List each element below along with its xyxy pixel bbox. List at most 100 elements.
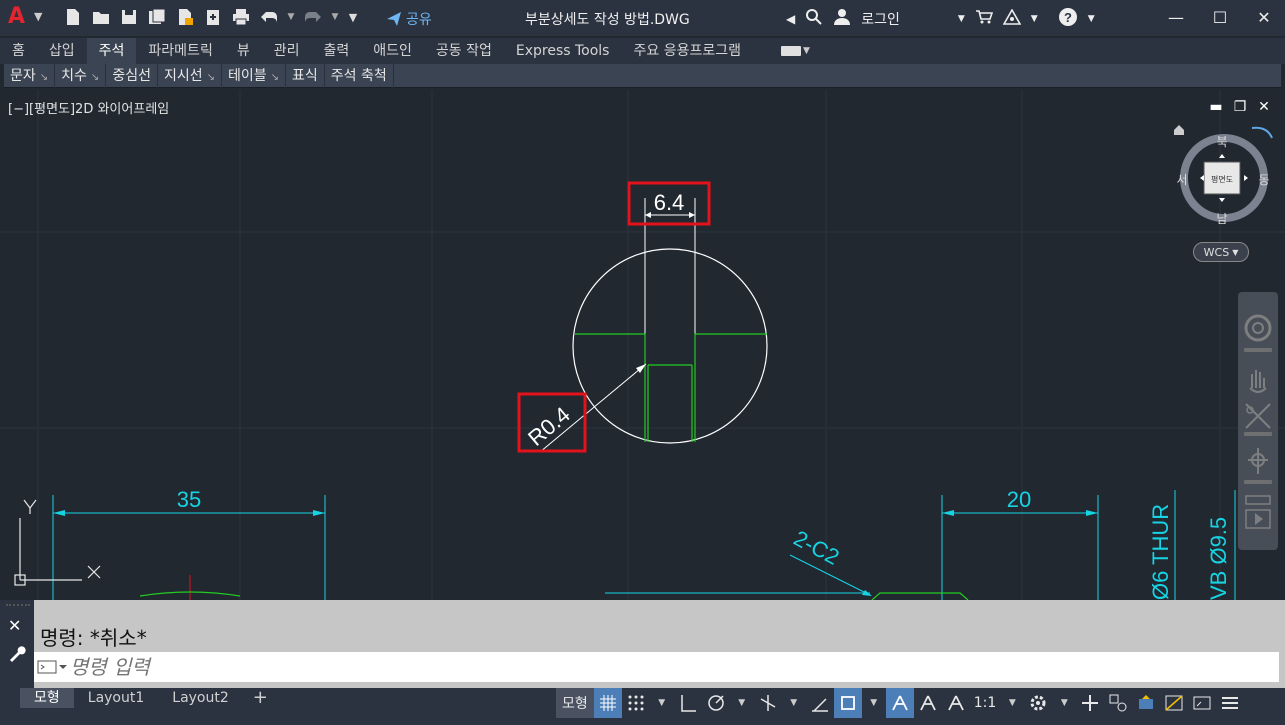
ribbon-panel[interactable]: 주석 축척 [325, 63, 394, 88]
isodraft-icon[interactable] [754, 688, 782, 718]
workspace-dropdown-icon[interactable]: ▼ [1052, 688, 1076, 718]
collapse-arrow-icon[interactable]: ◀ [786, 12, 795, 26]
compass-west: 서 [1176, 173, 1187, 187]
clean-screen-icon[interactable] [1160, 688, 1188, 718]
polar-dropdown-icon[interactable]: ▼ [730, 688, 754, 718]
workspace-gear-icon[interactable] [1024, 688, 1052, 718]
help-dropdown-icon[interactable]: ▼ [1088, 14, 1095, 24]
model-space-button[interactable]: 모형 [556, 688, 594, 718]
app-dropdown-icon[interactable]: ▼ [1031, 14, 1038, 24]
redo-icon[interactable] [302, 6, 324, 28]
viewport-minimize-icon[interactable]: ▬ [1209, 99, 1223, 115]
user-icon[interactable] [833, 8, 851, 30]
ribbon-minimize-toggle-icon[interactable]: ▼ [780, 43, 815, 59]
snap-dropdown-icon[interactable]: ▼ [650, 688, 674, 718]
dim-radius-label: R0.4 [523, 402, 575, 451]
rotate-arrow-icon [1251, 126, 1273, 139]
object-snap-dropdown-icon[interactable]: ▼ [862, 688, 886, 718]
scale-value[interactable]: 1:1 [970, 688, 1001, 718]
command-grip-handle[interactable] [6, 604, 30, 610]
drawing-canvas[interactable]: 6.4 R0.4 35 20 2-C2 Ø6 THUR VB Ø9.5 [−][… [0, 90, 1285, 600]
viewcube[interactable]: 평면도 북 남 동 서 [1172, 120, 1284, 240]
ribbon-panel[interactable]: 지시선 ↘ [158, 63, 222, 88]
layout-tab[interactable]: Layout1 [74, 688, 159, 708]
undo-icon[interactable] [258, 6, 280, 28]
save-as-icon[interactable] [146, 6, 168, 28]
add-layout-button[interactable]: + [243, 688, 278, 708]
ribbon-tab[interactable]: 홈 [0, 38, 37, 64]
cart-icon[interactable] [975, 9, 993, 29]
panel-expand-arrow-icon[interactable]: ↘ [207, 72, 215, 83]
ribbon-panel-label: 테이블 [227, 67, 267, 84]
isodraft-dropdown-icon[interactable]: ▼ [782, 688, 806, 718]
ortho-mode-icon[interactable] [674, 688, 702, 718]
object-snap-tracking-icon[interactable] [806, 688, 834, 718]
redo-dropdown-icon[interactable]: ▼ [330, 6, 340, 28]
hardware-acceleration-icon[interactable] [1132, 688, 1160, 718]
isolate-objects-icon[interactable] [1104, 688, 1132, 718]
ribbon-tab[interactable]: 관리 [262, 38, 312, 64]
scale-dropdown-icon[interactable]: ▼ [1000, 688, 1024, 718]
close-icon[interactable]: ✕ [1253, 6, 1275, 28]
ribbon-tab[interactable]: 삽입 [37, 38, 87, 64]
login-dropdown-icon[interactable]: ▼ [958, 14, 965, 24]
save-icon[interactable] [118, 6, 140, 28]
ribbon-tab[interactable]: 출력 [311, 38, 361, 64]
open-folder-icon[interactable] [90, 6, 112, 28]
object-snap-icon[interactable] [833, 688, 862, 718]
annotation-scale-icon[interactable] [942, 688, 970, 718]
help-icon[interactable]: ? [1058, 7, 1078, 31]
panel-expand-arrow-icon[interactable]: ↘ [91, 72, 99, 83]
ribbon-panel[interactable]: 중심선 [106, 63, 158, 88]
ribbon-tab[interactable]: 파라메트릭 [136, 38, 224, 64]
autodesk-app-icon[interactable] [1002, 8, 1022, 29]
ribbon-panel[interactable]: 테이블 ↘ [222, 63, 287, 88]
viewport-controls-label[interactable]: [−][평면도]2D 와이어프레임 [8, 98, 169, 117]
panel-expand-arrow-icon[interactable]: ↘ [40, 72, 48, 83]
viewport-close-icon[interactable]: ✕ [1257, 99, 1271, 115]
command-close-icon[interactable]: ✕ [8, 616, 21, 635]
print-icon[interactable] [230, 6, 252, 28]
new-file-icon[interactable] [62, 6, 84, 28]
login-label[interactable]: 로그인 [861, 9, 900, 29]
maximize-icon[interactable]: ☐ [1209, 6, 1231, 28]
plus-icon[interactable] [1076, 688, 1104, 718]
publish-icon[interactable] [202, 6, 224, 28]
hole-note-2: VB Ø9.5 [1206, 517, 1231, 600]
app-menu-caret-icon[interactable]: ▼ [34, 10, 42, 23]
layout-tab[interactable]: Layout2 [158, 688, 243, 708]
ribbon-tab[interactable]: 애드인 [361, 38, 424, 64]
auto-scale-icon[interactable] [914, 688, 942, 718]
customize-qat-icon[interactable]: ▼ [346, 6, 360, 28]
search-icon[interactable] [805, 8, 823, 30]
grid-display-icon[interactable] [593, 688, 622, 718]
detail-circle [572, 248, 768, 444]
ribbon-panel[interactable]: 문자 ↘ [4, 63, 56, 88]
export-icon[interactable] [174, 6, 196, 28]
snap-mode-icon[interactable] [622, 688, 650, 718]
ribbon-tab[interactable]: 공동 작업 [424, 38, 504, 64]
minimize-icon[interactable]: — [1165, 6, 1187, 28]
ribbon-panel[interactable]: 표식 [286, 63, 325, 88]
command-prompt-icon[interactable] [34, 652, 70, 682]
undo-dropdown-icon[interactable]: ▼ [286, 6, 296, 28]
command-input[interactable] [70, 653, 1279, 681]
ribbon-panel[interactable]: 치수 ↘ [55, 63, 107, 88]
ribbon-tab[interactable]: 주요 응용프로그램 [621, 38, 753, 64]
layout-tab[interactable]: 모형 [20, 688, 74, 708]
share-button[interactable]: 공유 [386, 9, 432, 29]
annotation-visibility-icon[interactable] [885, 688, 914, 718]
command-settings-wrench-icon[interactable] [8, 644, 26, 666]
customization-menu-icon[interactable] [1216, 688, 1244, 718]
ribbon-tab[interactable]: Express Tools [504, 38, 622, 64]
app-logo[interactable]: A [8, 4, 25, 29]
polar-tracking-icon[interactable] [702, 688, 730, 718]
fullscreen-icon[interactable] [1188, 688, 1216, 718]
ribbon-tab[interactable]: 주석 [86, 38, 137, 64]
viewport-restore-icon[interactable]: ❐ [1233, 99, 1247, 115]
panel-expand-arrow-icon[interactable]: ↘ [271, 72, 279, 83]
viewcube-face-label: 평면도 [1211, 174, 1233, 184]
ribbon-tab[interactable]: 뷰 [225, 38, 262, 64]
wcs-menu-button[interactable]: WCS ▼ [1193, 242, 1249, 262]
zoom-extents-icon [1245, 403, 1271, 429]
